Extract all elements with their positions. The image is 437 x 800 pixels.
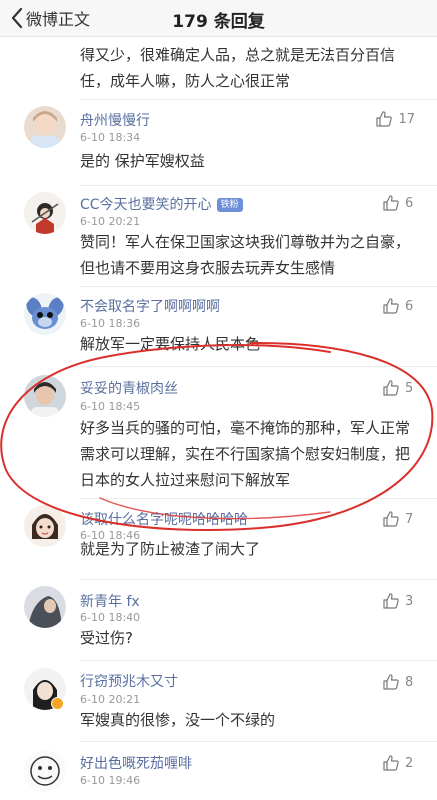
like-button[interactable]: 2 bbox=[382, 754, 415, 772]
username[interactable]: 妥妥的青椒肉丝 bbox=[80, 378, 178, 398]
timestamp: 6-10 19:46 bbox=[80, 774, 141, 787]
like-button[interactable]: 17 bbox=[375, 110, 415, 128]
comment-item: 不会取名字了啊啊啊啊 6-10 18:36 6 解放军一定要保持人民本色 bbox=[0, 287, 437, 365]
avatar[interactable] bbox=[24, 192, 66, 234]
thumbs-up-icon bbox=[382, 194, 400, 212]
comment-text: 好多当兵的骚的可怕，毫不掩饰的那种，军人正常需求可以理解，实在不行国家搞个慰安妇… bbox=[80, 419, 411, 489]
like-count: 7 bbox=[405, 511, 414, 527]
comment-item: 该取什么名字呢呢哈哈哈哈 6-10 18:46 7 就是为了防止被渣了闹大了 bbox=[0, 499, 437, 579]
username-text: CC今天也要笑的开心 bbox=[80, 197, 212, 213]
username[interactable]: 新青年 fx bbox=[80, 591, 140, 611]
like-count: 2 bbox=[405, 755, 414, 771]
avatar[interactable] bbox=[24, 586, 66, 628]
thumbs-up-icon bbox=[382, 754, 400, 772]
comment-text: 军嫂真的很惨，没一个不绿的 bbox=[80, 711, 276, 729]
like-count: 6 bbox=[405, 195, 414, 211]
like-count: 3 bbox=[405, 593, 414, 609]
like-button[interactable]: 3 bbox=[382, 592, 415, 610]
comment-text: 赞同！军人在保卫国家这块我们尊敬并为之自豪，但也请不要用这身衣服去玩弄女生感情 bbox=[80, 233, 411, 277]
comment-item: 行窃预兆木又寸 6-10 20:21 8 军嫂真的很惨，没一个不绿的 bbox=[0, 661, 437, 741]
thumbs-up-icon bbox=[382, 297, 400, 315]
like-button[interactable]: 8 bbox=[382, 673, 415, 691]
avatar[interactable] bbox=[24, 106, 66, 148]
like-button[interactable]: 6 bbox=[382, 297, 415, 315]
timestamp: 6-10 18:34 bbox=[80, 131, 141, 144]
top-nav-bar: 微博正文 179 条回复 bbox=[0, 0, 437, 37]
comment-item: 好出色嘅死茄喱啡 6-10 19:46 2 bbox=[0, 742, 437, 800]
comment-item: 舟州慢慢行 6-10 18:34 17 是的 保护军嫂权益 bbox=[0, 100, 437, 186]
comment-text: 是的 保护军嫂权益 bbox=[80, 152, 205, 170]
timestamp: 6-10 18:40 bbox=[80, 611, 141, 624]
comment-text: 解放军一定要保持人民本色 bbox=[80, 335, 261, 353]
username[interactable]: 好出色嘅死茄喱啡 bbox=[80, 753, 192, 773]
username[interactable]: 不会取名字了啊啊啊啊 bbox=[80, 296, 220, 316]
fan-badge: 铁粉 bbox=[216, 198, 243, 212]
like-count: 5 bbox=[405, 380, 414, 396]
thumbs-up-icon bbox=[375, 110, 393, 128]
comment-item: 新青年 fx 6-10 18:40 3 受过伤? bbox=[0, 580, 437, 660]
avatar[interactable] bbox=[24, 375, 66, 417]
comment-item: CC今天也要笑的开心 铁粉 6-10 20:21 6 赞同！军人在保卫国家这块我们… bbox=[0, 186, 437, 284]
timestamp: 6-10 18:45 bbox=[80, 400, 141, 413]
like-count: 6 bbox=[405, 298, 414, 314]
avatar[interactable] bbox=[24, 293, 66, 335]
comment-text: 受过伤? bbox=[80, 629, 133, 647]
timestamp: 6-10 20:21 bbox=[80, 693, 141, 706]
username[interactable]: 行窃预兆木又寸 bbox=[80, 671, 178, 691]
username[interactable]: CC今天也要笑的开心 铁粉 bbox=[80, 194, 243, 214]
thumbs-up-icon bbox=[382, 379, 400, 397]
thumbs-up-icon bbox=[382, 592, 400, 610]
thumbs-up-icon bbox=[382, 510, 400, 528]
like-button[interactable]: 7 bbox=[382, 510, 415, 528]
like-count: 8 bbox=[405, 674, 414, 690]
like-count: 17 bbox=[398, 111, 415, 127]
page-title: 179 条回复 bbox=[172, 12, 265, 32]
username[interactable]: 舟州慢慢行 bbox=[80, 110, 150, 130]
timestamp: 6-10 20:21 bbox=[80, 215, 141, 228]
comment-item: 妥妥的青椒肉丝 6-10 18:45 5 好多当兵的骚的可怕，毫不掩饰的那种，军… bbox=[0, 367, 437, 497]
verified-badge bbox=[51, 697, 64, 710]
like-button[interactable]: 6 bbox=[382, 194, 415, 212]
avatar[interactable] bbox=[24, 750, 66, 792]
like-button[interactable]: 5 bbox=[382, 379, 415, 397]
thumbs-up-icon bbox=[382, 673, 400, 691]
avatar[interactable] bbox=[24, 505, 66, 547]
previous-comment-text: 得又少，很难确定人品，总之就是无法百分百信任，成年人嘛，防人之心很正常 bbox=[80, 46, 396, 90]
timestamp: 6-10 18:36 bbox=[80, 317, 141, 330]
comment-text: 就是为了防止被渣了闹大了 bbox=[80, 540, 261, 558]
username[interactable]: 该取什么名字呢呢哈哈哈哈 bbox=[80, 509, 248, 529]
